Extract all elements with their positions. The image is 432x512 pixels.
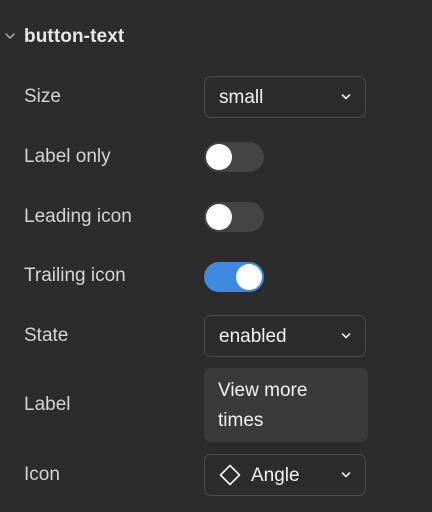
state-select-value: enabled	[219, 326, 287, 347]
chevron-down-icon	[341, 333, 351, 339]
label-text-label: Label	[24, 394, 71, 415]
size-label: Size	[24, 86, 61, 107]
state-label: State	[24, 325, 69, 346]
icon-select-value: Angle	[251, 465, 300, 486]
chevron-down-icon	[341, 94, 351, 100]
state-select[interactable]: enabled	[204, 315, 366, 357]
toggle-knob	[236, 264, 262, 290]
leading-icon-toggle[interactable]	[204, 202, 264, 232]
section-header-button-text[interactable]: button-text	[0, 20, 432, 56]
section-title: button-text	[24, 26, 125, 47]
toggle-knob	[206, 144, 232, 170]
label-only-label: Label only	[24, 146, 111, 167]
chevron-down-icon	[5, 33, 15, 39]
trailing-icon-toggle[interactable]	[204, 262, 264, 292]
label-text-input[interactable]: View more times	[204, 368, 368, 442]
icon-label: Icon	[24, 464, 60, 485]
chevron-down-icon	[341, 472, 351, 478]
size-select-value: small	[219, 87, 264, 108]
size-select[interactable]: small	[204, 76, 366, 118]
trailing-icon-label: Trailing icon	[24, 265, 126, 286]
leading-icon-label: Leading icon	[24, 206, 132, 227]
label-only-toggle[interactable]	[204, 142, 264, 172]
icon-select[interactable]: Angle	[204, 454, 366, 496]
toggle-knob	[206, 204, 232, 230]
diamond-icon	[219, 464, 241, 486]
